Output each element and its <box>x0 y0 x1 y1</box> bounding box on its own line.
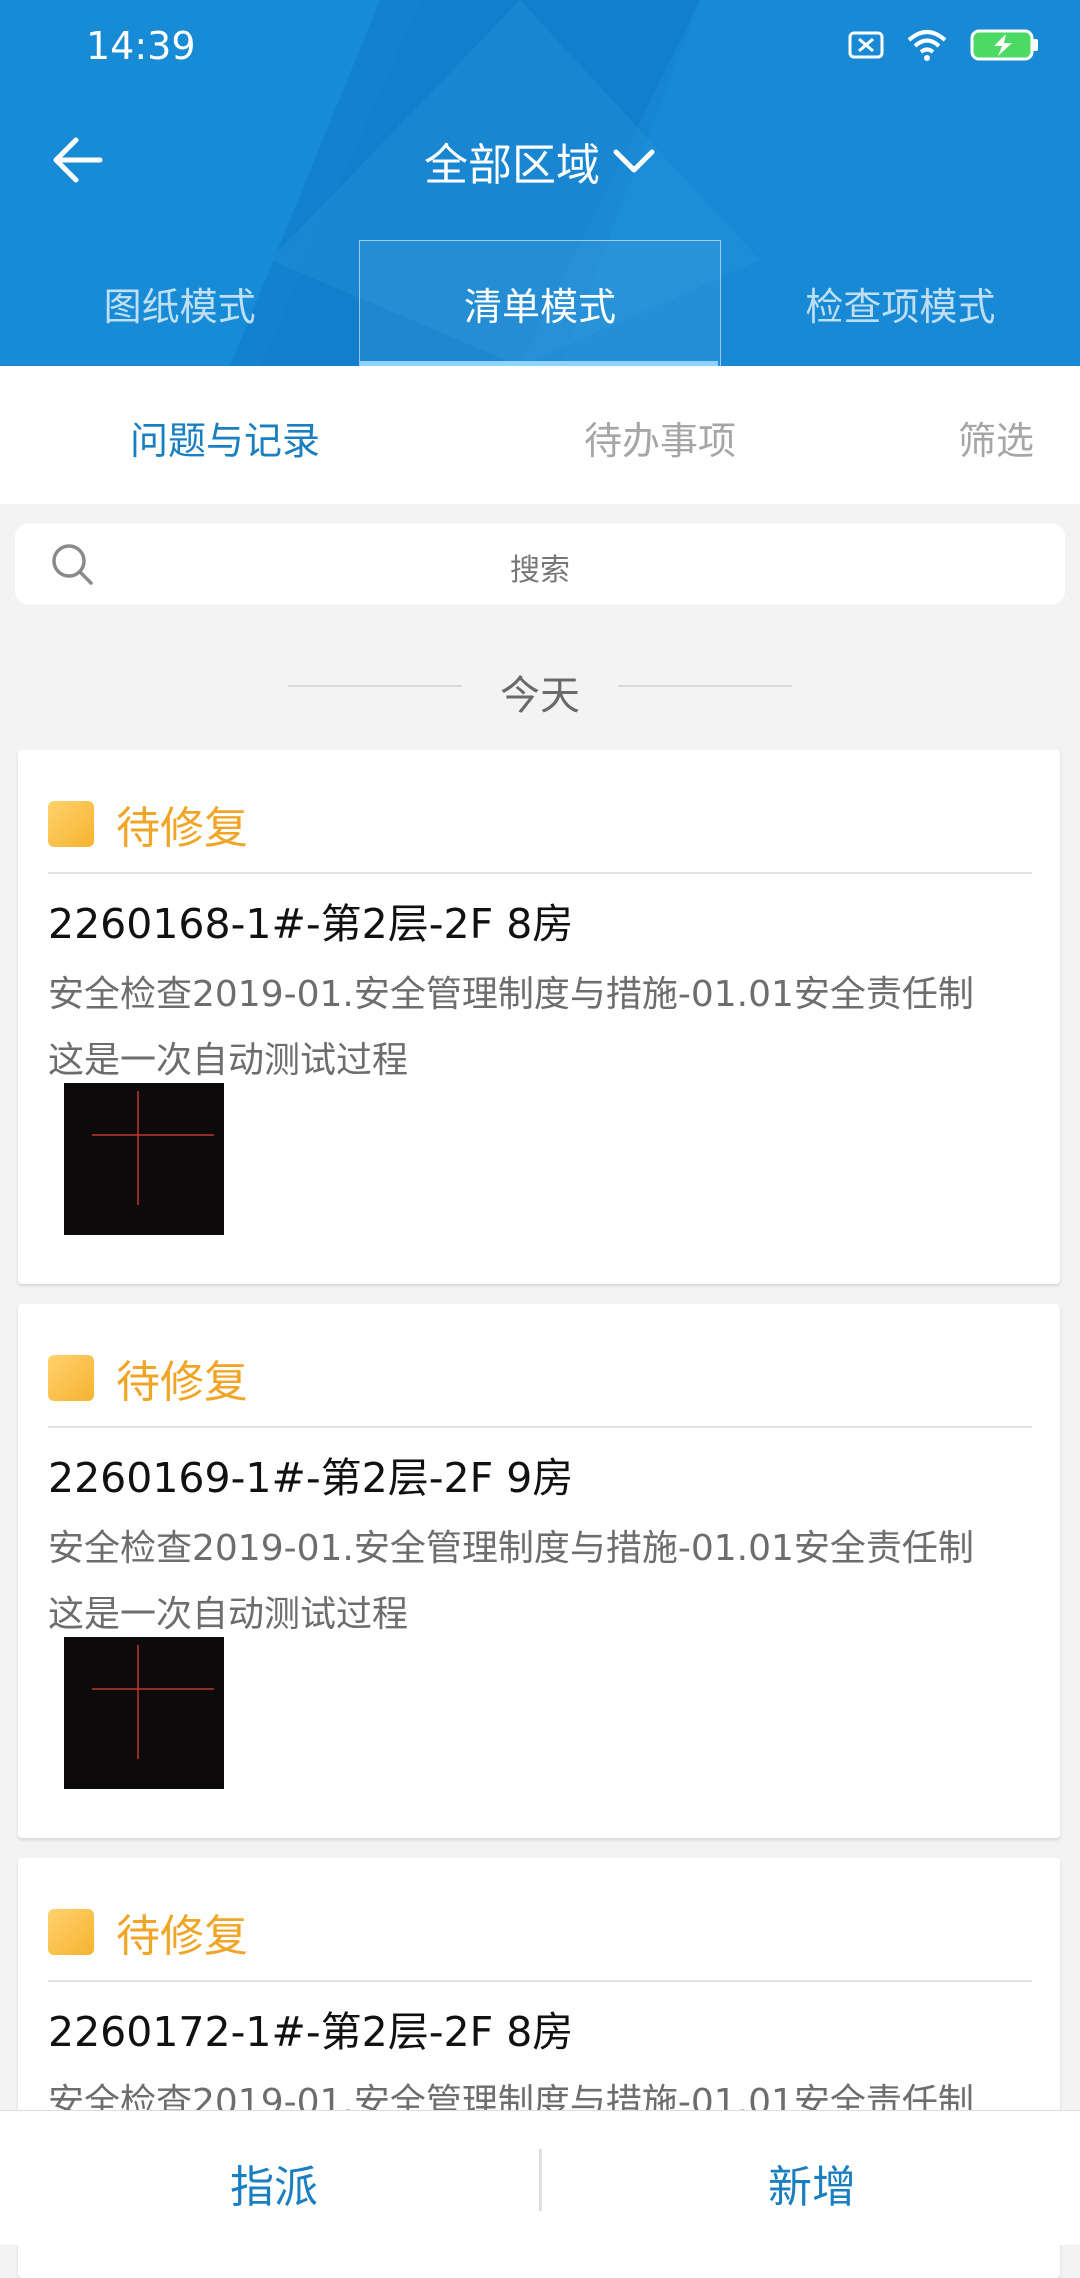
date-label: 今天 <box>500 673 580 719</box>
chevron-down-icon <box>613 149 655 173</box>
record-card[interactable]: 待修复 2260169-1#-第2层-2F 9房 安全检查2019-01.安全管… <box>18 1304 1060 1838</box>
status-label: 待修复 <box>116 1357 248 1408</box>
battery-icon <box>970 29 1038 61</box>
record-description: 安全检查2019-01.安全管理制度与措施-01.01安全责任制 这是一次自动测… <box>48 1516 1038 1648</box>
record-check-item: 安全检查2019-01.安全管理制度与措施-01.01安全责任制 <box>48 1528 974 1569</box>
search-input[interactable]: 搜索 <box>15 545 1065 589</box>
status-time: 14:39 <box>86 24 196 68</box>
tab-drawing-mode[interactable]: 图纸模式 <box>0 240 359 366</box>
card-divider <box>48 872 1032 874</box>
status-badge <box>48 801 94 847</box>
record-status: 待修复 <box>48 1352 248 1408</box>
add-button[interactable]: 新增 <box>768 2151 856 2215</box>
record-check-item: 安全检查2019-01.安全管理制度与措施-01.01安全责任制 <box>48 974 974 1015</box>
app-header: 14:39 全部区域 图纸模式 清单模式 检查项模式 <box>0 0 1080 366</box>
bottom-divider <box>539 2149 542 2211</box>
status-icons <box>848 28 1040 62</box>
wifi-icon <box>907 30 947 61</box>
separator-line-right <box>618 685 792 687</box>
card-divider <box>48 1426 1032 1428</box>
tab-checkitem-mode[interactable]: 检查项模式 <box>721 240 1080 366</box>
page-title: 全部区域 <box>424 140 600 191</box>
status-badge <box>48 1909 94 1955</box>
status-label: 待修复 <box>116 1911 248 1962</box>
status-bar: 14:39 <box>0 0 1080 92</box>
record-description: 安全检查2019-01.安全管理制度与措施-01.01安全责任制 这是一次自动测… <box>48 962 1038 1094</box>
photo-thumbnail[interactable] <box>64 1637 224 1797</box>
record-title: 2260172-1#-第2层-2F 8房 <box>48 2008 574 2056</box>
record-title: 2260168-1#-第2层-2F 8房 <box>48 900 574 948</box>
tab-list-mode[interactable]: 清单模式 <box>359 240 721 366</box>
sim-icon <box>848 31 884 59</box>
sub-tabs: 问题与记录 待办事项 筛选 <box>0 366 1080 504</box>
bottom-action-bar: 指派 新增 <box>0 2110 1080 2245</box>
filter-button[interactable]: 筛选 <box>958 410 1034 465</box>
tab-issues-records[interactable]: 问题与记录 <box>130 410 320 465</box>
search-bar[interactable]: 搜索 <box>15 523 1065 605</box>
assign-button[interactable]: 指派 <box>230 2151 318 2215</box>
mode-tabs: 图纸模式 清单模式 检查项模式 <box>0 240 1080 366</box>
status-badge <box>48 1355 94 1401</box>
area-selector[interactable]: 全部区域 <box>0 130 1080 192</box>
photo-thumbnail[interactable] <box>64 1083 224 1243</box>
record-status: 待修复 <box>48 1906 248 1962</box>
tab-todo[interactable]: 待办事项 <box>584 410 736 465</box>
status-label: 待修复 <box>116 803 248 854</box>
date-separator: 今天 <box>0 655 1080 719</box>
record-card[interactable]: 待修复 2260168-1#-第2层-2F 8房 安全检查2019-01.安全管… <box>18 750 1060 1284</box>
record-title: 2260169-1#-第2层-2F 9房 <box>48 1454 574 1502</box>
record-status: 待修复 <box>48 798 248 854</box>
card-divider <box>48 1980 1032 1982</box>
